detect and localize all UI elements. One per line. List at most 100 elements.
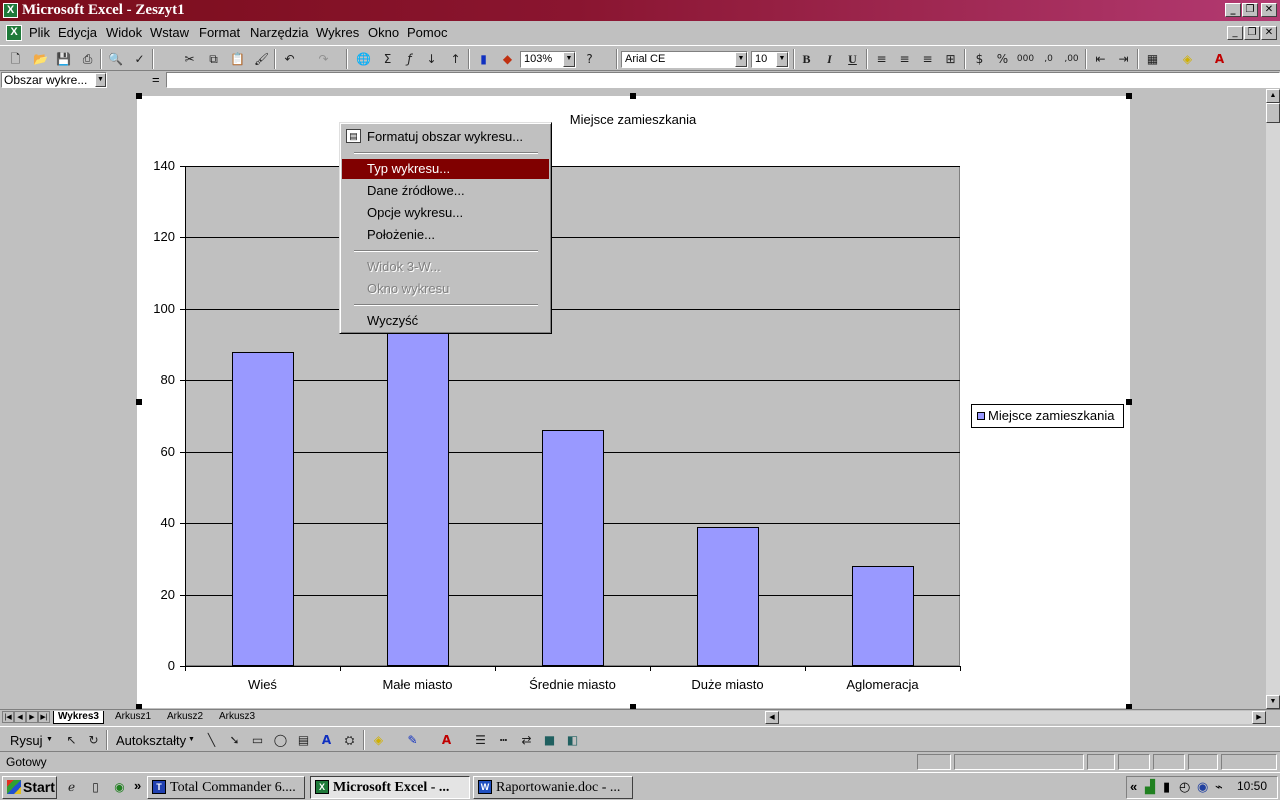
zoom-combo[interactable]: 103% ▼ <box>520 51 576 68</box>
menu-format[interactable]: Format <box>199 25 240 40</box>
vertical-scrollbar[interactable]: ▲ ▼ <box>1266 89 1280 709</box>
align-left-icon[interactable]: ≡ <box>872 50 891 68</box>
chevron-down-icon[interactable]: ▼ <box>735 52 747 67</box>
last-sheet-icon[interactable]: ▶| <box>38 711 50 723</box>
clip-art-icon[interactable]: ⛭ <box>340 731 359 749</box>
tab-arkusz3[interactable]: Arkusz3 <box>215 711 259 724</box>
menu-item-location[interactable]: Położenie... <box>342 225 549 245</box>
align-right-icon[interactable]: ≡ <box>918 50 937 68</box>
minimize-button[interactable]: _ <box>1225 3 1241 17</box>
menu-widok[interactable]: Widok <box>106 25 142 40</box>
menu-item-source-data[interactable]: Dane źródłowe... <box>342 181 549 201</box>
selection-handle[interactable] <box>1126 399 1132 405</box>
doc-close-button[interactable]: ✕ <box>1261 26 1277 40</box>
function-icon[interactable]: ƒ <box>400 50 419 68</box>
menu-plik[interactable]: Plik <box>29 25 50 40</box>
ie-quicklaunch-icon[interactable]: ℯ <box>62 778 81 796</box>
sort-asc-icon[interactable]: ↓ <box>422 50 441 68</box>
merge-center-icon[interactable]: ⊞ <box>941 50 960 68</box>
scroll-down-icon[interactable]: ▼ <box>1266 695 1280 709</box>
chart-wizard-icon[interactable]: ▮ <box>474 50 493 68</box>
font-color-icon[interactable]: A <box>1210 50 1229 68</box>
font-color-icon[interactable]: A <box>437 731 456 749</box>
menu-wstaw[interactable]: Wstaw <box>150 25 189 40</box>
scroll-right-icon[interactable]: ▶ <box>1252 711 1266 724</box>
bar[interactable] <box>852 566 914 666</box>
task-total-commander[interactable]: T Total Commander 6.... <box>147 776 305 799</box>
selection-handle[interactable] <box>136 93 142 99</box>
borders-icon[interactable]: ▦ <box>1143 50 1162 68</box>
tray-app-icon[interactable]: ⌁ <box>1215 779 1223 795</box>
hyperlink-icon[interactable]: 🌐 <box>354 50 373 68</box>
autoshapes-menu-button[interactable]: Autokształty <box>116 733 186 748</box>
menu-okno[interactable]: Okno <box>368 25 399 40</box>
spelling-icon[interactable]: ✓ <box>130 50 149 68</box>
bold-button[interactable]: B <box>797 50 816 68</box>
first-sheet-icon[interactable]: |◀ <box>2 711 14 723</box>
print-preview-icon[interactable]: 🔍 <box>106 50 125 68</box>
quicklaunch-icon[interactable]: ◉ <box>110 778 129 796</box>
menu-edycja[interactable]: Edycja <box>58 25 97 40</box>
italic-button[interactable]: I <box>820 50 839 68</box>
prev-sheet-icon[interactable]: ◀ <box>14 711 26 723</box>
menu-item-chart-type[interactable]: Typ wykresu... <box>342 159 549 179</box>
paste-icon[interactable]: 📋 <box>228 50 247 68</box>
print-icon[interactable]: ⎙ <box>78 50 97 68</box>
tray-app-icon[interactable]: ▮ <box>1163 779 1170 795</box>
chevron-down-icon[interactable]: ▼ <box>776 52 788 67</box>
shadow-icon[interactable]: ■ <box>540 731 559 749</box>
chevron-down-icon[interactable]: ▼ <box>95 73 106 87</box>
menu-pomoc[interactable]: Pomoc <box>407 25 447 40</box>
start-button[interactable]: Start <box>2 776 57 799</box>
quicklaunch-more-icon[interactable]: » <box>134 778 141 793</box>
font-size-combo[interactable]: 10 ▼ <box>751 51 789 68</box>
chevron-down-icon[interactable]: ▼ <box>563 52 575 67</box>
close-button[interactable]: ✕ <box>1261 3 1277 17</box>
scroll-up-icon[interactable]: ▲ <box>1266 89 1280 103</box>
3d-icon[interactable]: ◧ <box>563 731 582 749</box>
arrow-style-icon[interactable]: ⇄ <box>517 731 536 749</box>
excel-app-icon[interactable]: X <box>3 3 18 18</box>
decrease-indent-icon[interactable]: ⇤ <box>1091 50 1110 68</box>
next-sheet-icon[interactable]: ▶ <box>26 711 38 723</box>
bar[interactable] <box>232 352 294 666</box>
wordart-icon[interactable]: A <box>317 731 336 749</box>
undo-icon[interactable]: ↶ <box>280 50 299 68</box>
quicklaunch-icon[interactable]: ▯ <box>86 778 105 796</box>
menu-item-format-chart-area[interactable]: Formatuj obszar wykresu... <box>342 127 549 147</box>
free-rotate-icon[interactable]: ↻ <box>84 731 103 749</box>
network-icon[interactable]: ▟ <box>1145 779 1155 795</box>
line-style-icon[interactable]: ☰ <box>471 731 490 749</box>
rectangle-icon[interactable]: ▭ <box>248 731 267 749</box>
task-word[interactable]: W Raportowanie.doc - ... <box>473 776 633 799</box>
help-icon[interactable]: ? <box>580 50 599 68</box>
save-icon[interactable]: 💾 <box>54 50 73 68</box>
new-icon[interactable]: 🗋 <box>6 50 25 68</box>
decrease-decimal-icon[interactable]: ,00 <box>1062 50 1081 68</box>
tray-app-icon[interactable]: ◉ <box>1197 779 1208 795</box>
scroll-left-icon[interactable]: ◀ <box>765 711 779 724</box>
menu-wykres[interactable]: Wykres <box>316 25 359 40</box>
font-combo[interactable]: Arial CE ▼ <box>621 51 748 68</box>
menu-item-clear[interactable]: Wyczyść <box>342 311 549 331</box>
name-box[interactable]: Obszar wykre... ▼ <box>1 72 107 88</box>
align-center-icon[interactable]: ≡ <box>895 50 914 68</box>
doc-minimize-button[interactable]: _ <box>1227 26 1243 40</box>
increase-indent-icon[interactable]: ⇥ <box>1114 50 1133 68</box>
workbook-icon[interactable]: X <box>6 25 22 41</box>
percent-icon[interactable]: % <box>993 50 1012 68</box>
bar[interactable] <box>387 309 449 666</box>
text-box-icon[interactable]: ▤ <box>294 731 313 749</box>
tab-arkusz1[interactable]: Arkusz1 <box>111 711 155 724</box>
dash-style-icon[interactable]: ┅ <box>494 731 513 749</box>
oval-icon[interactable]: ◯ <box>271 731 290 749</box>
select-objects-icon[interactable]: ↖ <box>62 731 81 749</box>
tray-expand-icon[interactable]: « <box>1130 779 1137 794</box>
menu-item-chart-options[interactable]: Opcje wykresu... <box>342 203 549 223</box>
tab-arkusz2[interactable]: Arkusz2 <box>163 711 207 724</box>
drawing-icon[interactable]: ◆ <box>498 50 517 68</box>
increase-decimal-icon[interactable]: ,0 <box>1039 50 1058 68</box>
format-painter-icon[interactable]: 🖌 <box>252 50 271 68</box>
draw-menu-button[interactable]: Rysuj <box>10 733 43 748</box>
fill-color-icon[interactable]: ◈ <box>1178 50 1197 68</box>
